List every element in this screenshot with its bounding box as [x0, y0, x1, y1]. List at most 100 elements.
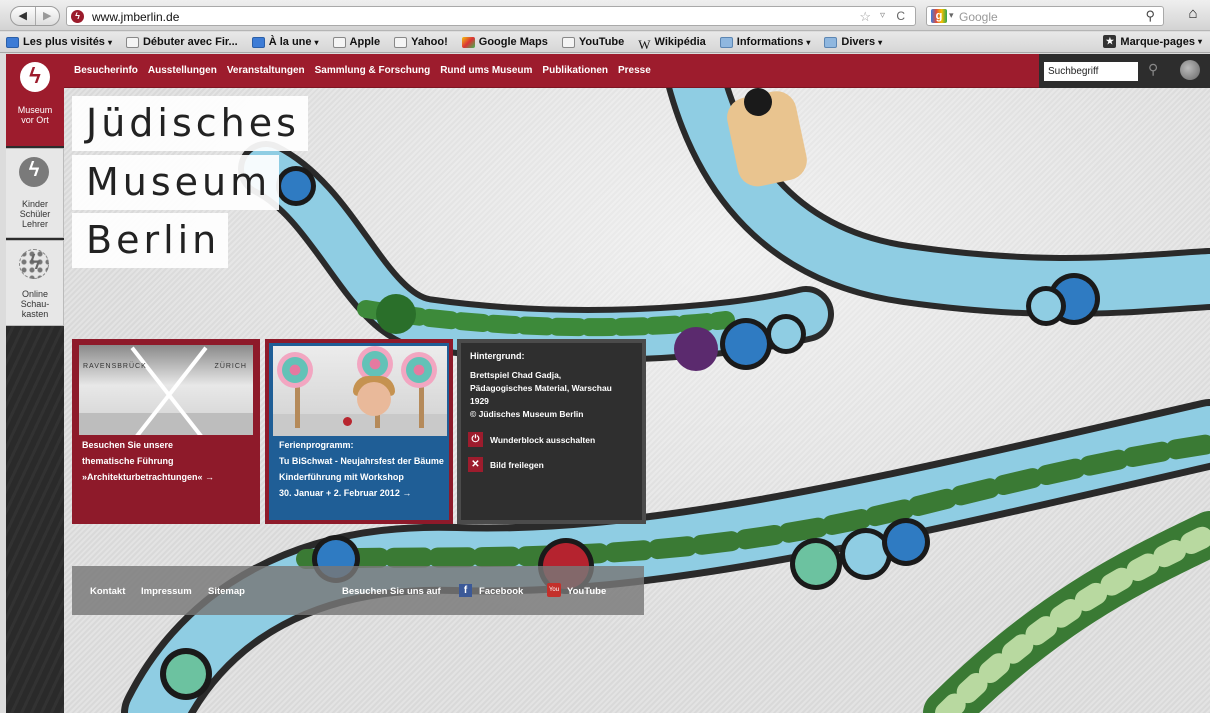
page-icon	[561, 36, 575, 48]
image-child-face	[357, 382, 391, 416]
facebook-icon[interactable]: f	[459, 584, 472, 597]
teaser-architecture-tour[interactable]: RAVENSBRÜCK ZÜRICH Besuchen Sie unsere t…	[72, 339, 260, 524]
sidebar-label-line: Online	[21, 289, 48, 299]
chevron-down-icon: ▾	[1197, 37, 1202, 46]
bookmark-label: Divers	[841, 36, 876, 48]
bookmarks-menu-label: Marque-pages	[1120, 35, 1195, 48]
sidebar-item-museum-vor-ort[interactable]: Museum vor Ort	[6, 54, 64, 146]
teaser-ferienprogramm[interactable]: Ferienprogramm: Tu BiSchwat - Neujahrsfe…	[265, 339, 453, 524]
browser-toolbar: ◀ ▶ ϟ www.jmberlin.de ☆ ▿ C g ▾ Google ⚲…	[0, 0, 1210, 31]
bookmark-item[interactable]: Divers ▾	[824, 36, 882, 48]
footer-link-sitemap[interactable]: Sitemap	[208, 586, 245, 597]
bookmark-label: Les plus visités	[23, 36, 105, 48]
bookmark-label: Apple	[349, 36, 381, 48]
footer-link-kontakt[interactable]: Kontakt	[90, 586, 125, 597]
chevron-down-icon: ▾	[806, 37, 811, 47]
bookmark-item[interactable]: Apple	[332, 36, 381, 48]
teaser-text[interactable]: Ferienprogramm: Tu BiSchwat - Neujahrsfe…	[279, 437, 444, 501]
bookmark-item[interactable]: W Wikipédia	[638, 36, 706, 52]
nav-item[interactable]: Ausstellungen	[148, 65, 217, 76]
teaser-image: RAVENSBRÜCK ZÜRICH	[79, 345, 253, 435]
bookmark-label: Wikipédia	[654, 36, 706, 48]
folder-icon	[824, 36, 838, 48]
sidebar-texture	[6, 324, 64, 713]
bookmark-item[interactable]: Débuter avec Fir...	[125, 36, 238, 48]
sidebar-label-line: Schüler	[19, 209, 51, 219]
wunderblock-label: Wunderblock ausschalten	[490, 434, 596, 445]
info-description: Brettspiel Chad Gadja, Pädagogisches Mat…	[470, 369, 640, 421]
sidebar-item-online-schaukasten[interactable]: Online Schau- kasten	[6, 240, 64, 326]
reveal-image-button[interactable]: ✕ Bild freilegen	[468, 457, 544, 472]
chevron-down-icon: ▾	[878, 37, 883, 47]
teaser-line: Besuchen Sie unsere	[82, 440, 174, 450]
info-line: Pädagogisches Material, Warschau	[470, 383, 612, 393]
web-search-bar[interactable]: g ▾ Google ⚲	[926, 6, 1164, 26]
bookmark-item[interactable]: À la une ▾	[251, 36, 319, 48]
left-sidebar: Museum vor Ort Kinder Schüler Lehrer Onl…	[6, 54, 64, 713]
page-icon	[332, 36, 346, 48]
google-engine-icon[interactable]: g	[931, 9, 947, 23]
language-globe-icon[interactable]	[1180, 60, 1200, 80]
footer-bar: Kontakt Impressum Sitemap Besuchen Sie u…	[72, 566, 644, 615]
forward-button[interactable]: ▶	[34, 7, 60, 25]
image-wall-text: ZÜRICH	[214, 363, 247, 370]
teaser-line: Kinderführung mit Workshop	[279, 472, 404, 482]
site-favicon-icon: ϟ	[71, 10, 84, 23]
page-title-line: Jüdisches	[72, 96, 308, 151]
museum-logo-icon	[20, 62, 50, 92]
search-icon[interactable]: ⚲	[1145, 8, 1155, 24]
teaser-image	[273, 346, 447, 436]
footer-link-impressum[interactable]: Impressum	[141, 586, 192, 597]
reveal-image-label: Bild freilegen	[490, 459, 544, 470]
page-icon	[125, 36, 139, 48]
wunderblock-toggle-button[interactable]: ⏻ Wunderblock ausschalten	[468, 432, 595, 447]
bookmark-item[interactable]: Google Maps	[461, 36, 548, 48]
page-title-line: Museum	[72, 155, 280, 210]
nav-item[interactable]: Presse	[618, 65, 651, 76]
bookmarks-menu-button[interactable]: ★ Marque-pages ▾	[1103, 35, 1202, 48]
url-text[interactable]: www.jmberlin.de	[92, 10, 179, 24]
footer-social-label: Besuchen Sie uns auf	[342, 586, 441, 597]
bookmark-item[interactable]: YouTube	[561, 36, 624, 48]
most-visited-icon	[6, 36, 19, 48]
engine-dropdown-chevron-icon[interactable]: ▾	[949, 10, 954, 21]
folder-icon	[719, 36, 733, 48]
image-tree	[277, 352, 313, 388]
nav-item[interactable]: Veranstaltungen	[227, 65, 305, 76]
sidebar-label-line: Lehrer	[21, 219, 48, 229]
image-wall-text: RAVENSBRÜCK	[83, 363, 147, 370]
bookmark-label: À la une	[268, 36, 312, 48]
nav-item[interactable]: Sammlung & Forschung	[315, 65, 431, 76]
teaser-text[interactable]: Besuchen Sie unsere thematische Führung …	[82, 437, 214, 485]
sidebar-item-label: Kinder Schüler Lehrer	[6, 199, 64, 229]
main-nav-items: Besucherinfo Ausstellungen Veranstaltungen…	[74, 65, 661, 76]
bookmark-label: Google Maps	[478, 36, 548, 48]
bookmark-label: Yahoo!	[411, 36, 448, 48]
image-floor	[79, 413, 253, 435]
nav-item[interactable]: Publikationen	[542, 65, 608, 76]
web-search-placeholder[interactable]: Google	[959, 10, 998, 24]
back-forward-buttons: ◀ ▶	[10, 6, 60, 26]
footer-link-facebook[interactable]: Facebook	[479, 586, 523, 597]
search-icon[interactable]: ⚲	[1148, 61, 1158, 78]
url-history-chevron-icon[interactable]: ▿	[880, 10, 885, 21]
bookmark-item[interactable]: Les plus visités ▾	[6, 36, 112, 48]
url-bar[interactable]: ϟ www.jmberlin.de ☆ ▿ C	[66, 6, 916, 26]
site-search-input[interactable]	[1044, 62, 1138, 81]
footer-link-youtube[interactable]: YouTube	[567, 586, 606, 597]
teaser-link[interactable]: »Architekturbetrachtungen« →	[82, 469, 214, 485]
bookmark-item[interactable]: Yahoo!	[394, 36, 448, 48]
nav-item[interactable]: Rund ums Museum	[440, 65, 532, 76]
home-icon[interactable]: ⌂	[1182, 5, 1204, 27]
youtube-icon[interactable]: You	[547, 583, 561, 597]
teaser-link[interactable]: 30. Januar + 2. Februar 2012 →	[279, 485, 444, 501]
bookmark-star-icon[interactable]: ☆	[859, 9, 871, 25]
sidebar-item-kinder-schueler-lehrer[interactable]: Kinder Schüler Lehrer	[6, 148, 64, 238]
bookmark-item[interactable]: Informations ▾	[719, 36, 811, 48]
reload-icon[interactable]: C	[896, 9, 905, 23]
sidebar-item-label: Museum vor Ort	[6, 105, 64, 125]
nav-item[interactable]: Besucherinfo	[74, 65, 138, 76]
info-line: © Jüdisches Museum Berlin	[470, 409, 584, 419]
back-button[interactable]: ◀	[11, 7, 35, 25]
power-icon: ⏻	[468, 432, 483, 447]
